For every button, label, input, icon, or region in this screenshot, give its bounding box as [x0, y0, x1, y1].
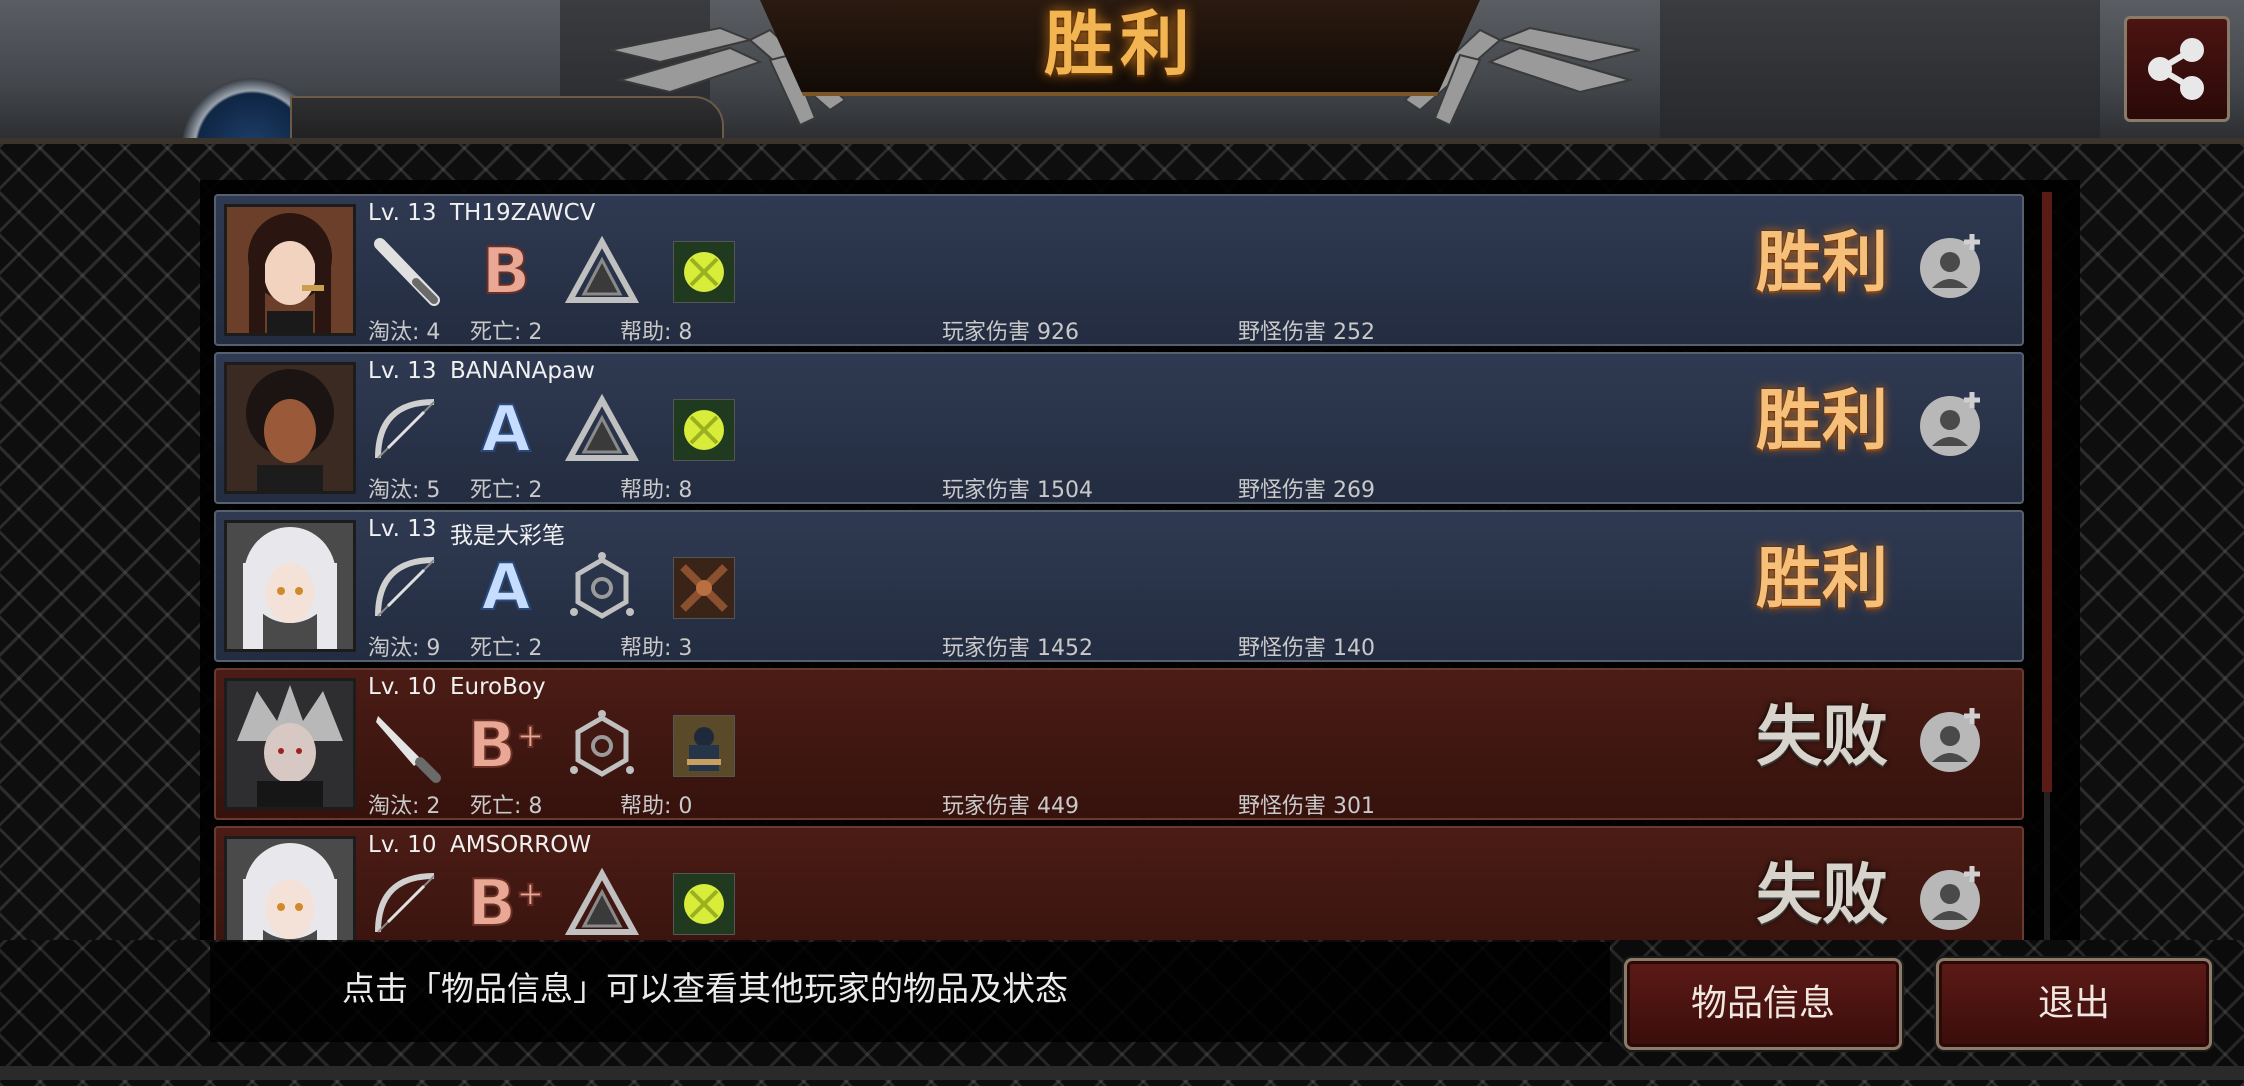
grade-badge: A — [480, 392, 532, 468]
hint-text: 点击「物品信息」可以查看其他玩家的物品及状态 — [342, 969, 1068, 1008]
player-portrait — [224, 520, 356, 652]
add-friend-button[interactable] — [1916, 230, 1988, 302]
result-label: 胜利 — [1756, 540, 1888, 617]
share-button[interactable] — [2124, 16, 2230, 122]
player-damage-stat: 玩家伤害 1452 — [942, 636, 1093, 661]
grade-badge: B + — [466, 708, 545, 784]
player-row[interactable]: Lv. 13 TH19ZAWCV B 淘汰: 4 死亡: 2 帮助: 8 玩家伤… — [214, 194, 2024, 346]
player-portrait — [224, 204, 356, 336]
player-damage-stat: 玩家伤害 1504 — [942, 478, 1093, 503]
player-portrait — [224, 362, 356, 494]
result-label: 胜利 — [1756, 382, 1888, 459]
assists-stat: 帮助: 0 — [620, 794, 693, 819]
character-item-icon — [666, 708, 742, 784]
monster-damage-stat: 野怪伤害 252 — [1238, 320, 1375, 345]
triangle-icon — [564, 866, 640, 942]
add-friend-icon — [1920, 392, 1980, 456]
grade-badge: B + — [466, 866, 545, 942]
share-icon — [2148, 38, 2204, 100]
match-result-title: 胜利 — [1044, 3, 1196, 85]
yellow-gem-icon — [666, 392, 742, 468]
kills-stat: 淘汰: 5 — [368, 478, 441, 503]
result-label: 失败 — [1756, 698, 1888, 775]
add-friend-icon — [1920, 708, 1980, 772]
hexagon-icon — [564, 550, 640, 626]
monster-damage-stat: 野怪伤害 269 — [1238, 478, 1375, 503]
player-name: AMSORROW — [450, 832, 592, 858]
monster-damage-stat: 野怪伤害 301 — [1238, 794, 1375, 819]
yellow-gem-icon — [666, 866, 742, 942]
player-name: 我是大彩笔 — [450, 523, 565, 549]
deaths-stat: 死亡: 2 — [470, 636, 543, 661]
bottom-divider — [0, 1066, 2244, 1080]
item-info-button[interactable]: 物品信息 — [1624, 958, 1902, 1050]
bow-icon — [368, 392, 444, 468]
player-level: Lv. 10 — [368, 832, 437, 858]
deaths-stat: 死亡: 2 — [470, 478, 543, 503]
crossed-item-icon — [666, 550, 742, 626]
assists-stat: 帮助: 8 — [620, 320, 693, 345]
triangle-icon — [564, 234, 640, 310]
add-friend-icon — [1920, 234, 1980, 298]
deaths-stat: 死亡: 8 — [470, 794, 543, 819]
result-label: 失败 — [1756, 856, 1888, 933]
player-level: Lv. 13 — [368, 516, 437, 542]
result-label: 胜利 — [1756, 224, 1888, 301]
player-name: EuroBoy — [450, 674, 546, 700]
player-portrait — [224, 678, 356, 810]
add-friend-button[interactable] — [1916, 862, 1988, 934]
bow-icon — [368, 866, 444, 942]
player-damage-stat: 玩家伤害 926 — [942, 320, 1079, 345]
deaths-stat: 死亡: 2 — [470, 320, 543, 345]
monster-damage-stat: 野怪伤害 140 — [1238, 636, 1375, 661]
kills-stat: 淘汰: 9 — [368, 636, 441, 661]
player-row[interactable]: Lv. 10 EuroBoy B + 淘汰: 2 死亡: 8 帮助: 0 玩家伤害… — [214, 668, 2024, 820]
grade-badge: B — [481, 234, 532, 310]
add-friend-button[interactable] — [1916, 388, 1988, 460]
bat-icon — [368, 234, 444, 310]
add-friend-icon — [1920, 866, 1980, 930]
knife-icon — [368, 708, 444, 784]
player-level: Lv. 13 — [368, 358, 437, 384]
kills-stat: 淘汰: 2 — [368, 794, 441, 819]
scrollbar-thumb[interactable] — [2042, 192, 2052, 792]
yellow-gem-icon — [666, 234, 742, 310]
kills-stat: 淘汰: 4 — [368, 320, 441, 345]
triangle-icon — [564, 392, 640, 468]
hexagon-icon — [564, 708, 640, 784]
exit-button[interactable]: 退出 — [1936, 958, 2212, 1050]
player-name: TH19ZAWCV — [450, 200, 596, 226]
player-name: BANANApaw — [450, 358, 595, 384]
player-level: Lv. 13 — [368, 200, 437, 226]
grade-badge: A — [480, 550, 532, 626]
add-friend-button[interactable] — [1916, 704, 1988, 776]
building-silhouette — [1660, 0, 2100, 140]
player-level: Lv. 10 — [368, 674, 437, 700]
bow-icon — [368, 550, 444, 626]
assists-stat: 帮助: 3 — [620, 636, 693, 661]
assists-stat: 帮助: 8 — [620, 478, 693, 503]
player-damage-stat: 玩家伤害 449 — [942, 794, 1079, 819]
player-row[interactable]: Lv. 13 BANANApaw A 淘汰: 5 死亡: 2 帮助: 8 玩家伤… — [214, 352, 2024, 504]
player-row[interactable]: Lv. 13 我是大彩笔 A 淘汰: 9 死亡: 2 帮助: 3 玩家伤害 14… — [214, 510, 2024, 662]
